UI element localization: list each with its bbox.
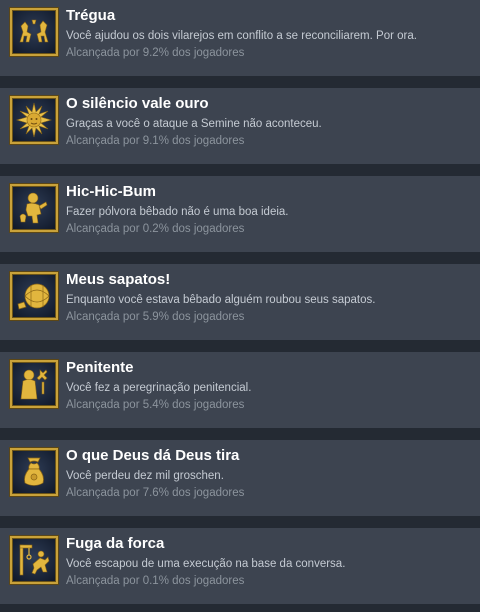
- sun-icon: [10, 96, 58, 144]
- drunk-man-icon: [10, 184, 58, 232]
- achievement-row[interactable]: Meus sapatos! Enquanto você estava bêbad…: [0, 264, 480, 340]
- achievement-description: Você perdeu dez mil groschen.: [66, 470, 224, 482]
- achievement-row[interactable]: Fuga da forca Você escapou de uma execuç…: [0, 528, 480, 604]
- barrel-icon: [10, 272, 58, 320]
- achievement-unlock-rate: Alcançada por 0.2% dos jogadores: [66, 223, 245, 235]
- achievement-description: Fazer pólvora bêbado não é uma boa ideia…: [66, 206, 289, 218]
- achievement-unlock-rate: Alcançada por 7.6% dos jogadores: [66, 487, 245, 499]
- achievement-list: Trégua Você ajudou os dois vilarejos em …: [0, 0, 480, 612]
- achievement-title: Trégua: [66, 7, 116, 24]
- achievement-title: Hic-Hic-Bum: [66, 183, 157, 200]
- achievement-unlock-rate: Alcançada por 9.2% dos jogadores: [66, 47, 245, 59]
- gallows-icon: [10, 536, 58, 584]
- achievement-row[interactable]: Hic-Hic-Bum Fazer pólvora bêbado não é u…: [0, 176, 480, 252]
- pilgrim-icon: [10, 360, 58, 408]
- row-divider: [0, 428, 480, 440]
- row-divider: [0, 516, 480, 528]
- achievement-row[interactable]: Penitente Você fez a peregrinação penite…: [0, 352, 480, 428]
- achievement-unlock-rate: Alcançada por 5.4% dos jogadores: [66, 399, 245, 411]
- achievement-description: Enquanto você estava bêbado alguém roubo…: [66, 294, 376, 306]
- row-divider: [0, 604, 480, 612]
- achievement-description: Você fez a peregrinação penitencial.: [66, 382, 252, 394]
- row-divider: [0, 340, 480, 352]
- achievement-row[interactable]: O que Deus dá Deus tira Você perdeu dez …: [0, 440, 480, 516]
- two-horses-icon: [10, 8, 58, 56]
- achievement-row[interactable]: O silêncio vale ouro Graças a você o ata…: [0, 88, 480, 164]
- money-pouch-icon: [10, 448, 58, 496]
- achievement-unlock-rate: Alcançada por 9.1% dos jogadores: [66, 135, 245, 147]
- achievement-row[interactable]: Trégua Você ajudou os dois vilarejos em …: [0, 0, 480, 76]
- achievement-description: Graças a você o ataque a Semine não acon…: [66, 118, 322, 130]
- row-divider: [0, 76, 480, 88]
- achievement-description: Você escapou de uma execução na base da …: [66, 558, 346, 570]
- row-divider: [0, 164, 480, 176]
- achievement-title: Fuga da forca: [66, 535, 165, 552]
- achievement-title: Penitente: [66, 359, 134, 376]
- achievement-title: O silêncio vale ouro: [66, 95, 209, 112]
- row-divider: [0, 252, 480, 264]
- achievement-description: Você ajudou os dois vilarejos em conflit…: [66, 30, 417, 42]
- achievement-unlock-rate: Alcançada por 5.9% dos jogadores: [66, 311, 245, 323]
- achievement-title: O que Deus dá Deus tira: [66, 447, 240, 464]
- achievement-unlock-rate: Alcançada por 0.1% dos jogadores: [66, 575, 245, 587]
- achievement-title: Meus sapatos!: [66, 271, 171, 288]
